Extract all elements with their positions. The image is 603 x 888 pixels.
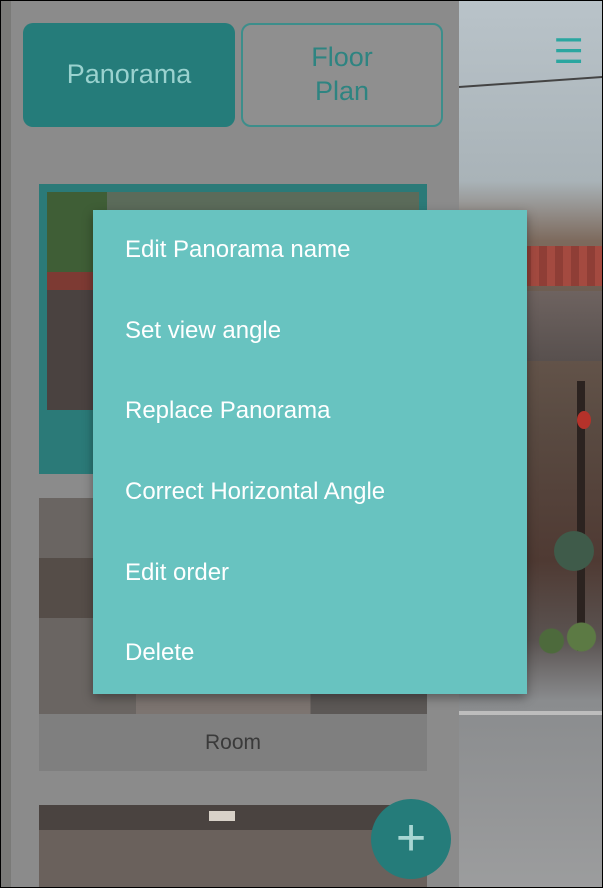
- tab-panorama-label: Panorama: [66, 59, 192, 90]
- tab-panorama[interactable]: Panorama: [23, 23, 235, 127]
- add-panorama-button[interactable]: +: [371, 799, 451, 879]
- menu-item-delete[interactable]: Delete: [93, 613, 527, 694]
- panorama-card[interactable]: [39, 805, 427, 887]
- menu-item-edit-panorama-name[interactable]: Edit Panorama name: [93, 210, 527, 291]
- tab-floor-plan-label: Floor Plan: [311, 42, 373, 106]
- context-menu: Edit Panorama name Set view angle Replac…: [93, 210, 527, 694]
- menu-item-replace-panorama[interactable]: Replace Panorama: [93, 371, 527, 452]
- app-frame: ☰ Panorama Floor Plan Room + Edit Panora…: [0, 0, 603, 888]
- thumbnail-light: [209, 811, 235, 821]
- panorama-greenery: [529, 621, 602, 661]
- plus-icon: +: [395, 809, 427, 867]
- panorama-sign: [554, 531, 594, 571]
- panorama-road-line: [459, 711, 602, 715]
- panorama-thumbnail: [39, 805, 427, 887]
- menu-item-correct-horizontal-angle[interactable]: Correct Horizontal Angle: [93, 452, 527, 533]
- hamburger-menu-icon[interactable]: ☰: [554, 35, 584, 69]
- panorama-wire: [458, 75, 602, 88]
- menu-item-set-view-angle[interactable]: Set view angle: [93, 291, 527, 372]
- panorama-card-label: Room: [39, 714, 427, 771]
- menu-item-edit-order[interactable]: Edit order: [93, 532, 527, 613]
- panorama-lantern: [577, 411, 591, 429]
- tab-floor-plan[interactable]: Floor Plan: [241, 23, 443, 127]
